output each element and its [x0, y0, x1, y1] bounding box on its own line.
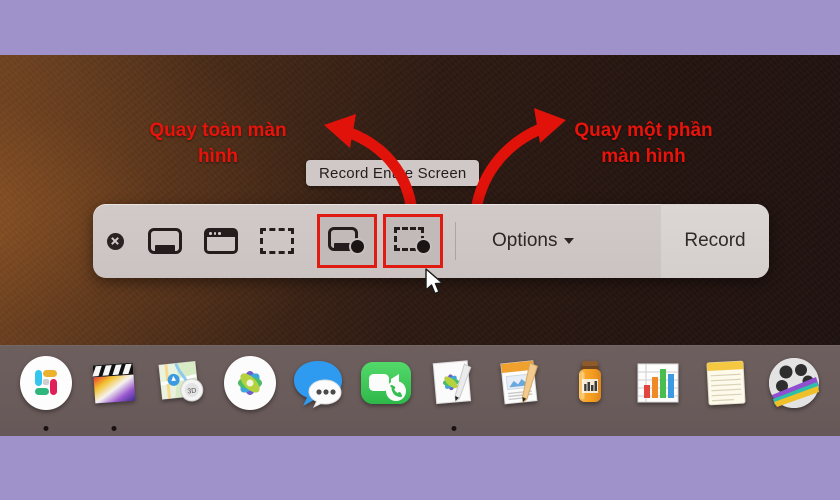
options-button[interactable]: Options [470, 204, 596, 278]
dock-item-numbers[interactable] [624, 353, 692, 437]
record-screen-icon [328, 227, 366, 255]
dock-item-preview[interactable] [420, 353, 488, 437]
preview-icon [426, 355, 482, 411]
pages-icon [494, 355, 550, 411]
screen-icon [148, 228, 182, 254]
annotation-record-selected-portion: Quay một phần màn hình [536, 118, 751, 169]
chevron-down-icon [564, 238, 575, 244]
dock-running-indicator [111, 426, 117, 431]
window-icon [204, 228, 238, 254]
dock-item-facetime[interactable] [352, 353, 420, 437]
svg-text:3D: 3D [187, 388, 197, 396]
annotation-left-line-2: hình [197, 145, 239, 167]
maps-icon: 3D [154, 355, 210, 411]
dock-item-slack[interactable] [12, 353, 80, 437]
facetime-icon [358, 355, 414, 411]
dock-item-pages[interactable] [488, 353, 556, 437]
dock-item-preserves[interactable] [556, 353, 624, 437]
annotation-left-line-1: Quay toàn màn [149, 120, 287, 141]
capture-button-group [137, 214, 443, 268]
close-icon [106, 232, 124, 250]
slack-icon [18, 355, 74, 411]
annotation-record-entire-screen: Quay toàn màn hình [113, 118, 323, 169]
film-reel-icon [766, 355, 822, 411]
letterbox-top [0, 0, 840, 55]
dock-running-indicator [43, 426, 49, 431]
record-selected-portion-button[interactable] [383, 214, 443, 268]
tooltip-record-entire-screen: Record Entire Screen [306, 160, 480, 186]
desktop-wallpaper [0, 55, 840, 345]
letterbox-bottom [0, 436, 840, 500]
dock-item-photos[interactable] [216, 353, 284, 437]
tooltip-text: Record Entire Screen [319, 164, 467, 182]
dock-item-final-cut-pro[interactable] [80, 353, 148, 437]
dock-item-video-editor[interactable] [760, 353, 828, 437]
mouse-cursor [425, 268, 444, 295]
options-label: Options [492, 230, 558, 251]
capture-selected-window-button[interactable] [193, 216, 249, 266]
capture-selected-portion-button[interactable] [249, 216, 305, 266]
messages-icon [290, 355, 346, 411]
screenshot-stage: Record Entire Screen Quay toàn màn hình … [0, 0, 840, 500]
toolbar-divider [455, 222, 456, 260]
final-cut-pro-icon [86, 355, 142, 411]
dock-item-messages[interactable] [284, 353, 352, 437]
jar-icon [562, 355, 618, 411]
dock-running-indicator [451, 426, 457, 431]
record-entire-screen-button[interactable] [317, 214, 377, 268]
capture-entire-screen-button[interactable] [137, 216, 193, 266]
notes-icon [698, 355, 754, 411]
annotation-right-line-1: Quay một phần [574, 120, 713, 141]
annotation-right-line-2: màn hình [601, 145, 686, 167]
dock: 3D [0, 345, 840, 436]
record-button-label: Record [684, 230, 746, 251]
numbers-icon [630, 355, 686, 411]
record-button[interactable]: Record [661, 204, 769, 278]
dock-item-notes[interactable] [692, 353, 760, 437]
screenshot-toolbar: Options Record [93, 204, 769, 278]
close-button[interactable] [93, 232, 137, 250]
record-selection-icon [394, 227, 432, 255]
dock-item-maps[interactable]: 3D [148, 353, 216, 437]
dashed-rect-icon [260, 228, 294, 254]
photos-icon [222, 355, 278, 411]
